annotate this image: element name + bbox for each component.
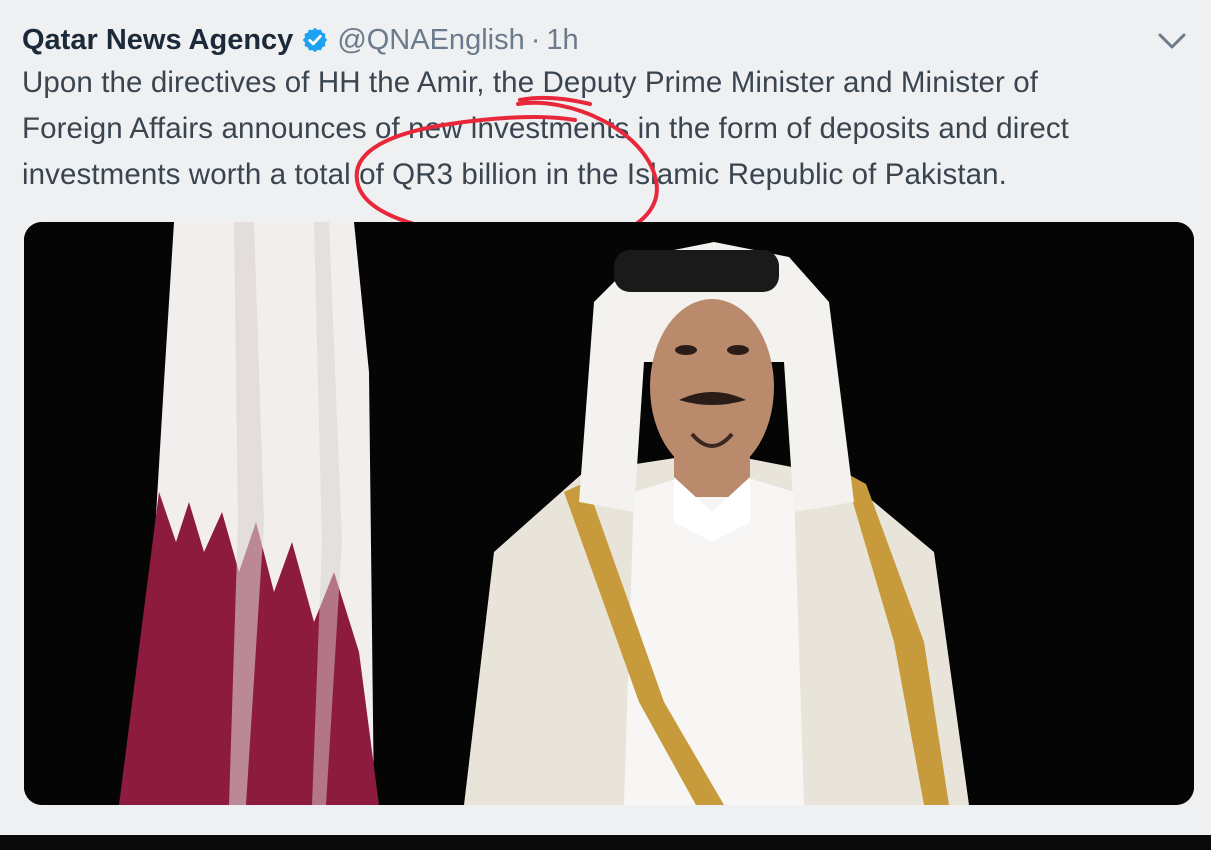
tweet-timestamp[interactable]: 1h [546, 24, 578, 57]
chevron-down-icon[interactable] [1154, 26, 1190, 56]
author-handle[interactable]: @QNAEnglish [337, 24, 524, 57]
verified-badge-icon [301, 26, 329, 54]
bottom-bar [0, 835, 1211, 850]
tweet-photo[interactable] [24, 222, 1194, 805]
tweet-text-line: Upon the directives of HH the Amir, the … [22, 66, 1039, 99]
tweet-text: Upon the directives of HH the Amir, the … [22, 60, 1192, 198]
tweet-card[interactable]: Qatar News Agency @QNAEnglish · 1h Upon … [0, 0, 1211, 835]
tweet-text-line: investments worth a total of QR3 billion… [22, 158, 1007, 191]
header-separator: · [530, 23, 541, 56]
author-name[interactable]: Qatar News Agency [22, 24, 293, 57]
tweet-text-line: Foreign Affairs announces of new investm… [22, 112, 1069, 145]
tweet-header: Qatar News Agency @QNAEnglish · 1h [22, 20, 579, 60]
